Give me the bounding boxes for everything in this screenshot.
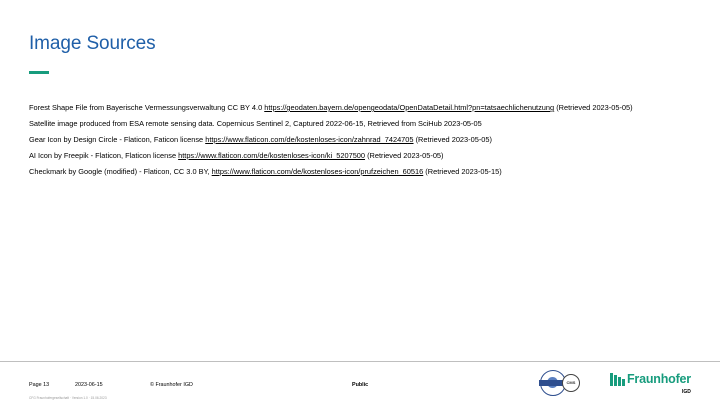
source-item: AI Icon by Freepik - Flaticon, Flaticon … (29, 148, 719, 164)
source-item: Checkmark by Google (modified) - Flatico… (29, 164, 719, 180)
source-suffix: (Retrieved 2023-05-05) (413, 135, 492, 144)
source-item: Forest Shape File from Bayerische Vermes… (29, 100, 719, 116)
classification-label: Public (352, 382, 369, 388)
source-suffix: (Retrieved 2023-05-15) (423, 167, 502, 176)
source-text: Forest Shape File from Bayerische Vermes… (29, 103, 265, 112)
source-link[interactable]: https://www.flaticon.com/de/kostenloses-… (212, 167, 424, 176)
source-link[interactable]: https://www.flaticon.com/de/kostenloses-… (178, 151, 365, 160)
source-suffix: (Retrieved 2023-05-05) (365, 151, 444, 160)
fraunhofer-mark-icon (610, 373, 625, 386)
source-text: Gear Icon by Design Circle - Flaticon, F… (29, 135, 206, 144)
page-number: Page 13 (29, 382, 50, 388)
source-item: Gear Icon by Design Circle - Flaticon, F… (29, 132, 719, 148)
source-link[interactable]: https://www.flaticon.com/de/kostenloses-… (205, 135, 413, 144)
logo-sub: IGD (682, 389, 691, 395)
logo-name: Fraunhofer (627, 372, 691, 386)
page-title: Image Sources (29, 33, 156, 54)
footer-copyright: © Fraunhofer IGD (150, 382, 193, 388)
source-text: AI Icon by Freepik - Flaticon, Flaticon … (29, 151, 179, 160)
source-item: Satellite image produced from ESA remote… (29, 116, 719, 132)
title-accent-bar (29, 71, 49, 74)
footer-tiny-note: CFG Fraunhofergesellschaft · Version 1.0… (29, 396, 107, 400)
source-link[interactable]: https://geodaten.bayern.de/opengeodata/O… (264, 103, 554, 112)
source-suffix: (Retrieved 2023-05-05) (554, 103, 633, 112)
footer-divider (0, 361, 720, 362)
source-text: Satellite image produced from ESA remote… (29, 119, 482, 128)
certification-badge-icon: CMS (562, 374, 580, 392)
footer-date: 2023-06-15 (75, 382, 103, 388)
source-text: Checkmark by Google (modified) - Flatico… (29, 167, 212, 176)
sources-list: Forest Shape File from Bayerische Vermes… (29, 100, 719, 180)
